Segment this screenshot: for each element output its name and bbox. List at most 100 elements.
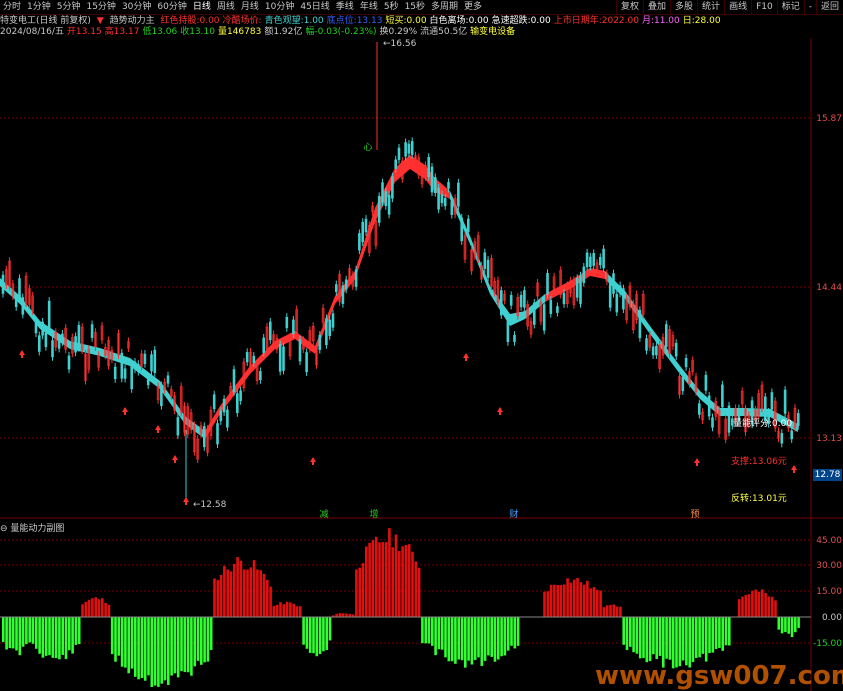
volume-bar-up (569, 582, 573, 617)
volume-bar-up (299, 606, 302, 617)
volume-bar-down (685, 617, 688, 666)
volume-bar-up (91, 598, 94, 617)
candle-body (549, 299, 553, 314)
candle-body (763, 396, 767, 422)
candle-body (391, 176, 394, 199)
candle-body (245, 352, 249, 363)
volume-bar-up (213, 578, 216, 617)
volume-bar-down (64, 617, 68, 660)
volume-bar-up (355, 569, 358, 617)
volume-bar-down (176, 617, 180, 678)
volume-bar-down (203, 617, 206, 663)
volume-bar-down (655, 617, 658, 660)
sub-chart-title: ⊖ 量能动力副图 (0, 524, 65, 534)
volume-bar-up (269, 586, 272, 617)
volume-bar-up (770, 596, 774, 617)
volume-bar-down (625, 617, 629, 651)
volume-bar-up (589, 588, 592, 617)
volume-bar-up (744, 594, 748, 617)
volume-bar-up (223, 565, 226, 617)
volume-bar-up (295, 606, 299, 617)
volume-bar-up (246, 569, 249, 617)
volume-bar-down (41, 617, 45, 658)
volume-bar-up (411, 551, 414, 617)
volume-bar-down (173, 617, 177, 674)
volume-bar-up (404, 545, 408, 617)
volume-bar-down (470, 617, 474, 665)
candle-body (598, 257, 602, 266)
volume-bar-down (61, 617, 64, 655)
volume-bar-down (698, 617, 701, 658)
candle-body (783, 389, 787, 414)
candle-body (556, 306, 559, 313)
volume-bar-down (629, 617, 632, 647)
volume-bar-down (473, 617, 477, 660)
candle-body (298, 339, 302, 362)
candle-body (711, 417, 714, 428)
candle-body (684, 357, 688, 368)
volume-bar-up (619, 606, 622, 617)
volume-bar-up (549, 584, 553, 617)
volume-bar-up (285, 601, 289, 617)
volume-bar-down (704, 617, 708, 662)
volume-bar-down (427, 617, 431, 644)
volume-bar-down (28, 617, 31, 643)
volume-bar-down (54, 617, 58, 659)
buy-arrow-icon (310, 457, 316, 462)
volume-bar-up (582, 584, 586, 617)
candle-body (216, 423, 219, 445)
volume-bar-down (117, 617, 121, 656)
volume-bar-down (163, 617, 167, 681)
volume-bar-up (275, 604, 279, 617)
candle-body (341, 285, 345, 304)
sub-axis-label: 30.00 (816, 561, 842, 571)
volume-bar-down (460, 617, 464, 661)
volume-bar-down (480, 617, 484, 666)
volume-bar-up (249, 567, 253, 617)
volume-bar-down (714, 617, 718, 650)
price-axis-label: 15.87 (816, 114, 842, 124)
volume-bar-down (183, 617, 187, 673)
buy-arrow-icon (122, 407, 128, 412)
volume-bar-down (315, 617, 319, 657)
volume-bar-down (688, 617, 691, 668)
buy-arrow-icon (791, 465, 797, 470)
volume-bar-up (374, 536, 378, 617)
volume-bar-up (266, 579, 269, 617)
candle-body (602, 248, 605, 269)
candle-body (486, 259, 490, 278)
candle-body (44, 332, 48, 348)
volume-bar-up (219, 574, 223, 617)
buy-arrow-stem (157, 430, 159, 433)
volume-bar-up (401, 546, 404, 617)
volume-bar-down (437, 617, 441, 650)
buy-arrow-stem (174, 460, 176, 463)
candle-body (166, 375, 170, 384)
volume-bar-up (592, 587, 596, 617)
volume-bar-up (262, 573, 266, 617)
volume-bar-down (421, 617, 424, 644)
volume-bar-down (662, 617, 665, 668)
volume-bar-down (134, 617, 137, 677)
candle-body (721, 384, 724, 408)
buy-arrow-stem (312, 462, 314, 465)
volume-bar-down (124, 617, 127, 668)
candle-body (57, 339, 61, 349)
volume-bar-up (741, 596, 744, 617)
volume-bar-up (599, 590, 602, 617)
volume-bar-down (130, 617, 134, 669)
volume-bar-down (695, 617, 698, 658)
sub-chart-icon[interactable]: ⊖ (0, 524, 8, 534)
candle-body (14, 298, 18, 308)
volume-bar-up (368, 542, 371, 617)
volume-bar-up (236, 557, 239, 617)
candle-body (546, 273, 549, 295)
volume-bar-up (751, 590, 754, 617)
volume-bar-down (143, 617, 147, 681)
volume-bar-up (394, 534, 398, 617)
volume-bar-down (18, 617, 22, 656)
volume-bar-up (398, 551, 401, 617)
volume-bar-down (454, 617, 457, 664)
buy-arrow-stem (124, 412, 126, 415)
chart-canvas[interactable]: 15.87 14.44 13.13 45.00 30.00 15.00 0.00 -15.00… (0, 0, 843, 691)
